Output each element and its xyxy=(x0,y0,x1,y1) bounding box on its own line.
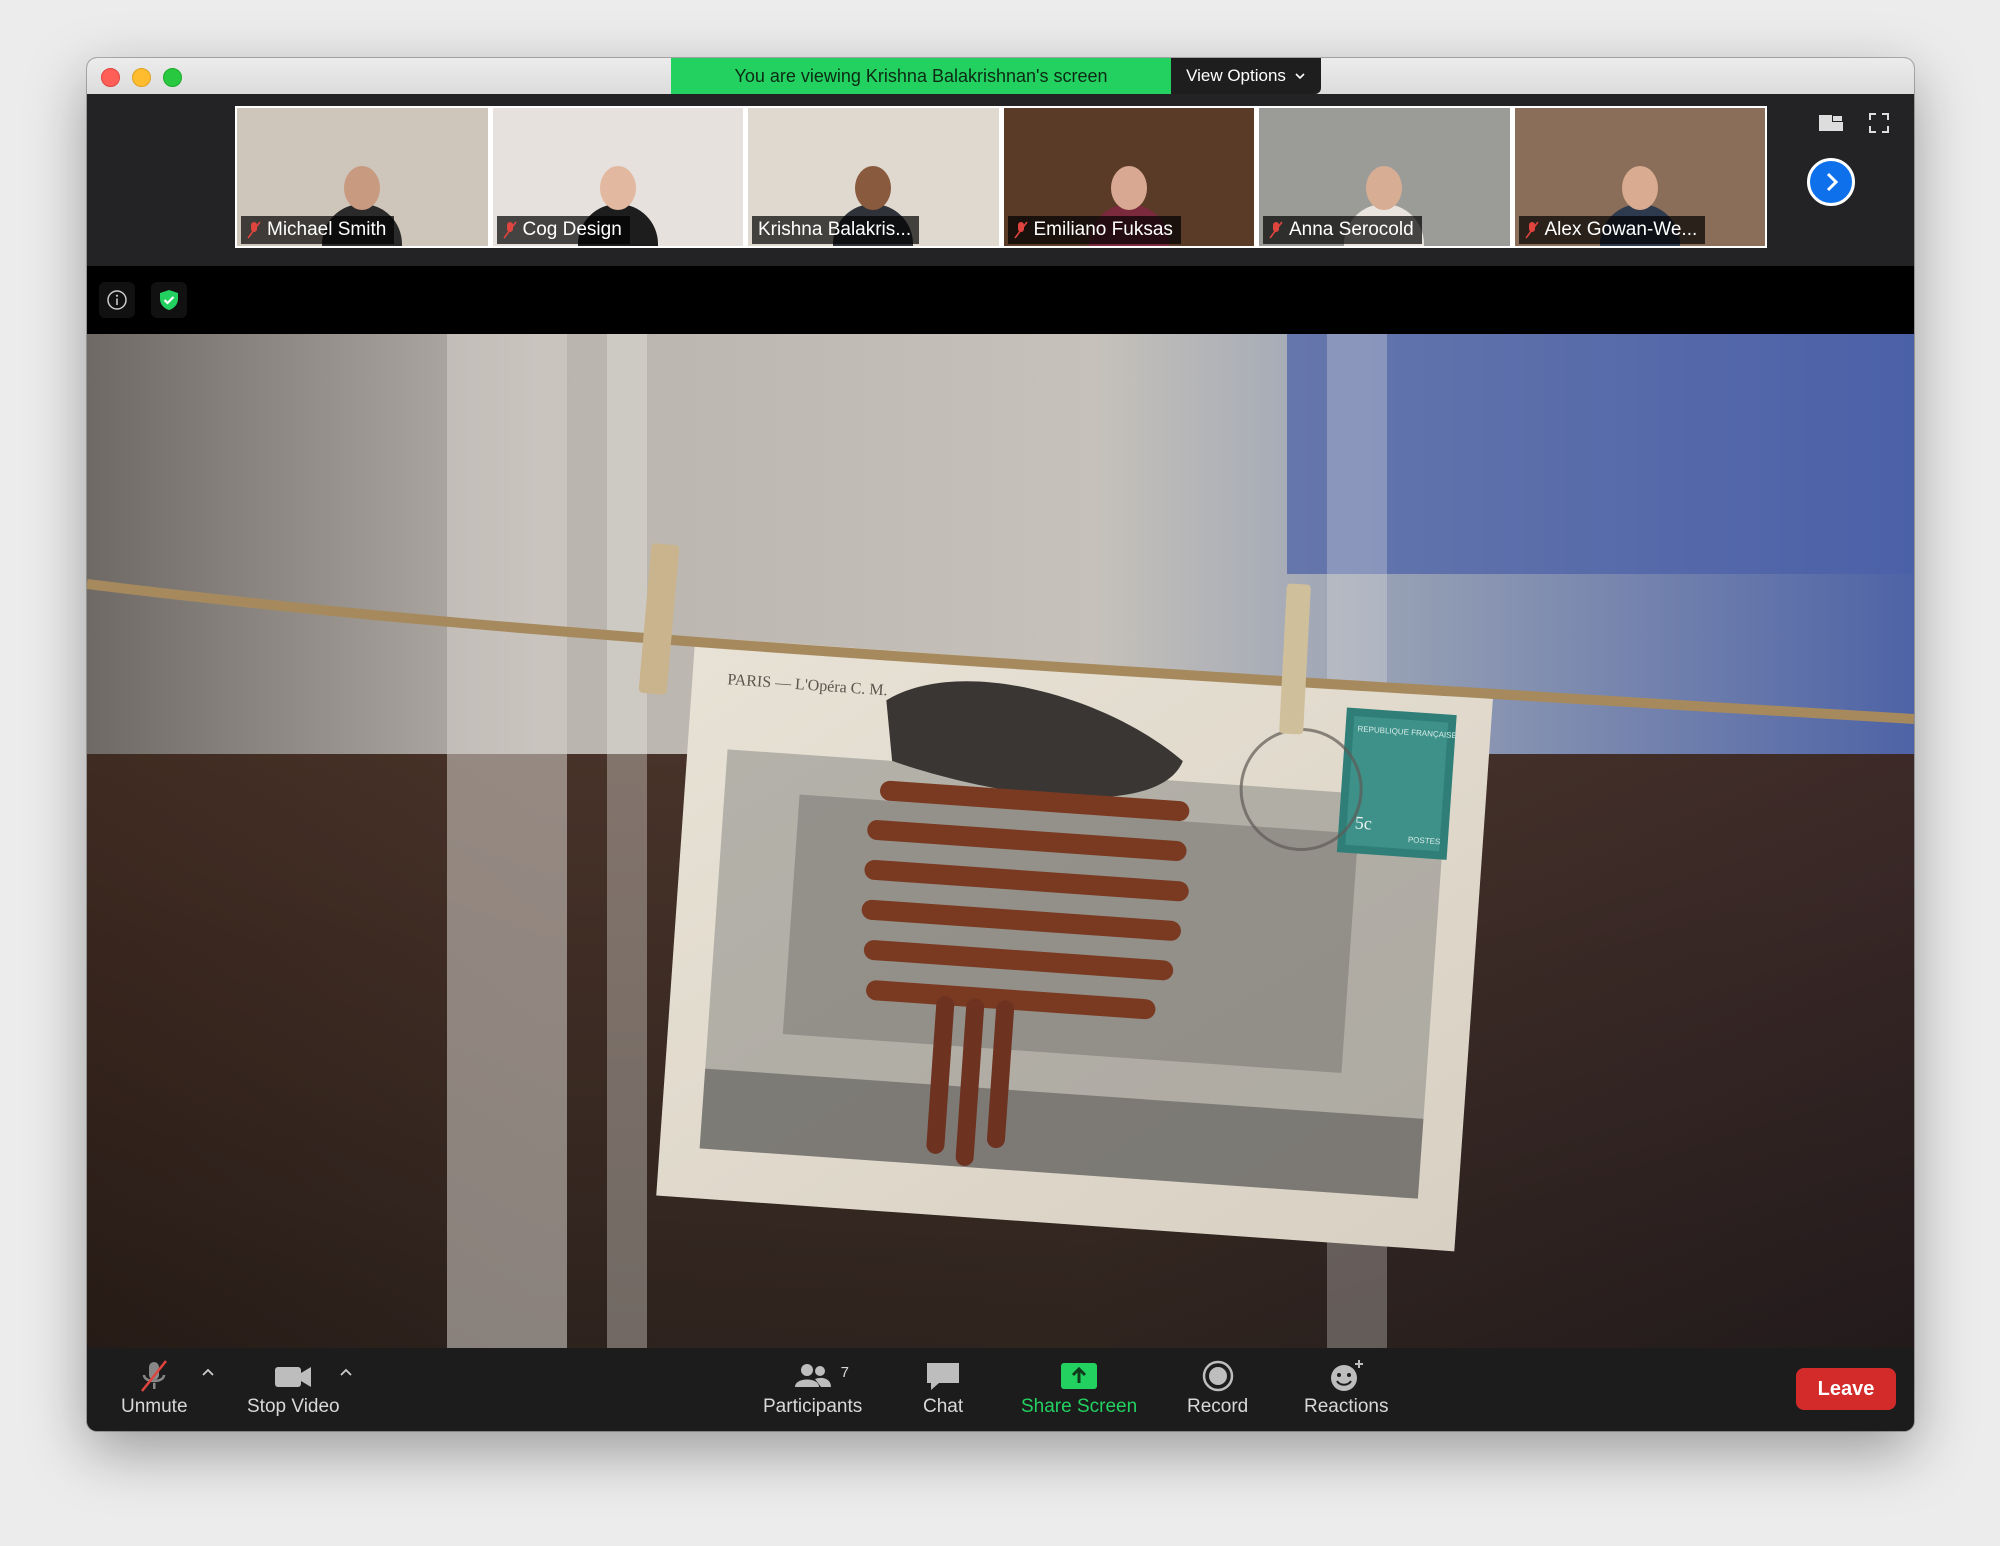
unmute-button[interactable]: Unmute xyxy=(121,1356,188,1418)
screen-share-banner: You are viewing Krishna Balakrishnan's s… xyxy=(671,58,1321,94)
zoom-window: You are viewing Krishna Balakrishnan's s… xyxy=(87,58,1914,1431)
unmute-label: Unmute xyxy=(121,1396,188,1417)
chevron-down-icon xyxy=(1295,73,1305,80)
view-options-button[interactable]: View Options xyxy=(1171,58,1321,94)
participant-name-tag: Cog Design xyxy=(496,216,630,244)
participant-thumbnails: Michael Smith Cog Design Krishna Balakri… xyxy=(235,106,1767,248)
title-bar: You are viewing Krishna Balakrishnan's s… xyxy=(87,58,1914,95)
record-icon xyxy=(1202,1360,1233,1392)
participant-name: Emiliano Fuksas xyxy=(1033,219,1173,240)
participant-thumbnail[interactable]: Anna Serocold xyxy=(1259,108,1510,246)
microphone-muted-icon xyxy=(141,1360,168,1392)
participant-name-tag: Anna Serocold xyxy=(1263,216,1422,244)
fullscreen-icon[interactable] xyxy=(1866,112,1892,134)
emoji-reactions-icon xyxy=(1331,1360,1364,1391)
shield-check-icon xyxy=(160,290,178,310)
share-screen-icon xyxy=(1061,1363,1098,1389)
participant-name: Cog Design xyxy=(522,219,622,240)
next-page-button[interactable] xyxy=(1807,158,1855,206)
shared-screen-view: PARIS — L'Opéra C. M. REPUBLIQUE FRANÇAI… xyxy=(87,334,1914,1348)
participant-name: Michael Smith xyxy=(267,219,387,240)
chat-bubble-icon xyxy=(927,1363,960,1390)
postcard: PARIS — L'Opéra C. M. REPUBLIQUE FRANÇAI… xyxy=(656,636,1494,1252)
participant-thumbnail[interactable]: Emiliano Fuksas xyxy=(1003,108,1254,246)
video-options-caret-icon[interactable] xyxy=(338,1364,354,1380)
participant-name: Alex Gowan-We... xyxy=(1544,219,1698,240)
participant-thumbnail[interactable]: Krishna Balakris... xyxy=(748,108,999,246)
audio-options-caret-icon[interactable] xyxy=(200,1364,216,1380)
record-label: Record xyxy=(1187,1396,1249,1417)
chevron-right-icon xyxy=(1826,172,1839,192)
participant-name-tag: Michael Smith xyxy=(241,216,395,244)
share-screen-button[interactable]: Share Screen xyxy=(1021,1356,1137,1418)
participant-name-tag: Alex Gowan-We... xyxy=(1518,216,1706,244)
chat-label: Chat xyxy=(923,1396,964,1417)
muted-mic-icon xyxy=(247,221,261,239)
layout-toggle-icon[interactable] xyxy=(1818,112,1844,134)
stop-video-label: Stop Video xyxy=(247,1396,340,1417)
reactions-button[interactable]: Reactions xyxy=(1304,1356,1389,1418)
minimize-window-button[interactable] xyxy=(132,68,151,87)
leave-meeting-button[interactable]: Leave xyxy=(1796,1368,1896,1410)
participant-thumbnail[interactable]: Alex Gowan-We... xyxy=(1514,108,1765,246)
participant-thumbnail-strip: Michael Smith Cog Design Krishna Balakri… xyxy=(87,94,1914,266)
strip-tools xyxy=(1818,112,1892,134)
participant-thumbnail[interactable]: Cog Design xyxy=(492,108,743,246)
maximize-window-button[interactable] xyxy=(163,68,182,87)
muted-mic-icon xyxy=(1013,221,1028,239)
participant-name: Krishna Balakris... xyxy=(758,219,912,240)
meeting-info-button[interactable] xyxy=(99,282,135,318)
reactions-label: Reactions xyxy=(1304,1396,1389,1417)
record-button[interactable]: Record xyxy=(1187,1356,1248,1418)
video-camera-icon xyxy=(275,1367,312,1387)
participants-count: 7 xyxy=(840,1364,849,1381)
view-options-label: View Options xyxy=(1186,66,1286,85)
stop-video-button[interactable]: Stop Video xyxy=(247,1356,340,1418)
shared-screen-image: PARIS — L'Opéra C. M. REPUBLIQUE FRANÇAI… xyxy=(87,334,1914,1348)
muted-mic-icon xyxy=(1269,221,1283,239)
participants-label: Participants xyxy=(763,1396,863,1417)
participants-icon xyxy=(794,1364,831,1387)
meeting-controls-toolbar: Unmute Stop Video 7 Participants Chat Sh… xyxy=(87,1348,1914,1431)
participant-name: Anna Serocold xyxy=(1289,219,1414,240)
info-icon xyxy=(107,290,127,310)
participant-name-tag: Emiliano Fuksas xyxy=(1007,216,1181,244)
meeting-info-bar xyxy=(87,266,1914,334)
share-screen-label: Share Screen xyxy=(1021,1396,1138,1417)
chat-button[interactable]: Chat xyxy=(923,1356,963,1418)
participant-thumbnail[interactable]: Michael Smith xyxy=(237,108,488,246)
muted-mic-icon xyxy=(502,221,517,239)
security-button[interactable] xyxy=(151,282,187,318)
close-window-button[interactable] xyxy=(101,68,120,87)
muted-mic-icon xyxy=(1524,221,1539,239)
participants-button[interactable]: 7 Participants xyxy=(763,1356,862,1418)
stamp-value: 5c xyxy=(1354,812,1372,833)
viewing-screen-text: You are viewing Krishna Balakrishnan's s… xyxy=(671,58,1171,94)
participant-name-tag: Krishna Balakris... xyxy=(752,216,920,244)
